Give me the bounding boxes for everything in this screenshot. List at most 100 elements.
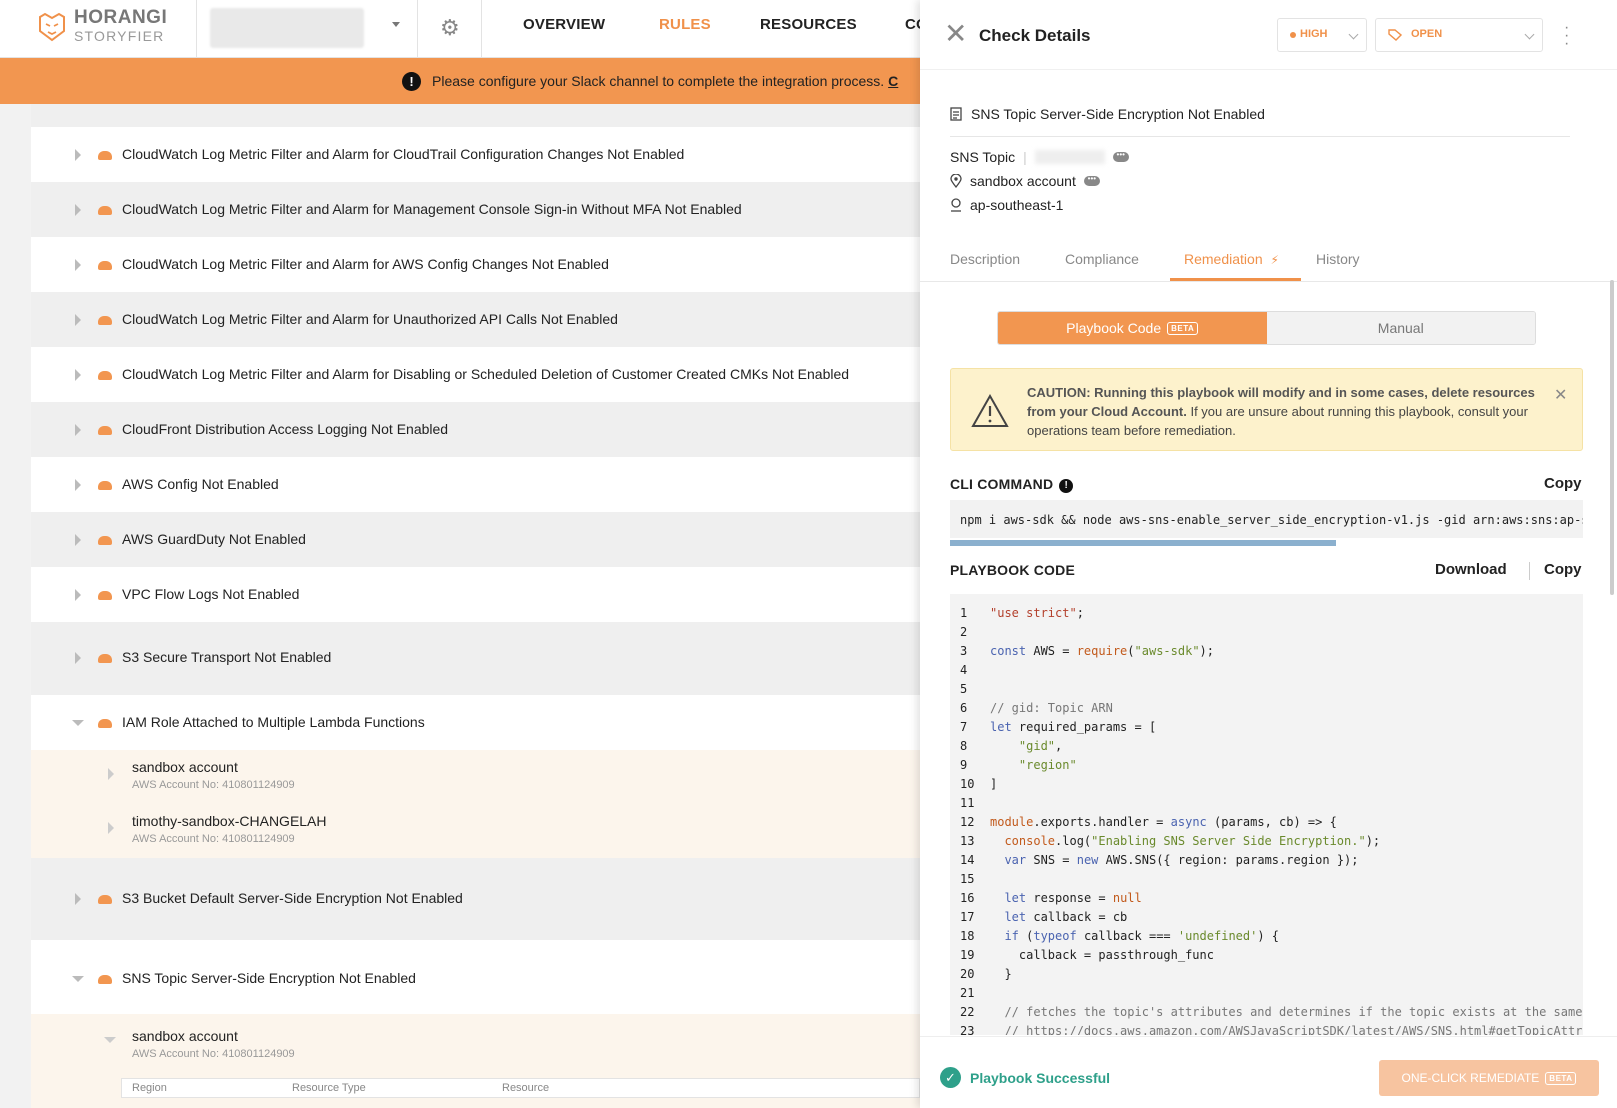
panel-footer: ✓ Playbook Successful ONE-CLICK REMEDIAT… bbox=[920, 1036, 1617, 1108]
chevron-right-icon[interactable] bbox=[108, 768, 114, 780]
tab-history[interactable]: History bbox=[1316, 251, 1360, 267]
copy-cli-button[interactable]: Copy bbox=[1544, 475, 1582, 492]
divider bbox=[196, 0, 197, 58]
horizontal-scrollbar[interactable] bbox=[950, 540, 1336, 546]
code-line: } bbox=[990, 967, 1012, 981]
more-icon[interactable]: ••• bbox=[1112, 151, 1129, 162]
panel-header: ✕ Check Details HIGH OPEN · · · bbox=[920, 0, 1617, 70]
rule-row[interactable]: S3 Secure Transport Not Enabled bbox=[31, 622, 920, 695]
aws-cloud-icon bbox=[98, 426, 112, 435]
tab-compliance[interactable]: Compliance bbox=[1065, 251, 1139, 267]
account-number: AWS Account No: 410801124909 bbox=[132, 779, 295, 791]
chevron-down-icon[interactable] bbox=[72, 976, 84, 982]
chevron-right-icon[interactable] bbox=[75, 259, 81, 271]
manual-toggle[interactable]: Manual bbox=[1266, 312, 1535, 344]
line-number: 20 bbox=[960, 967, 975, 981]
one-click-remediate-button[interactable]: ONE-CLICK REMEDIATE BETA bbox=[1379, 1060, 1599, 1096]
chevron-down-icon bbox=[1524, 29, 1535, 40]
rule-row[interactable]: SNS Topic Server-Side Encryption Not Ena… bbox=[31, 940, 920, 1014]
rule-title: AWS Config Not Enabled bbox=[122, 476, 279, 492]
close-icon[interactable]: ✕ bbox=[1554, 385, 1567, 405]
warning-icon: ! bbox=[402, 71, 421, 91]
divider bbox=[920, 281, 1617, 282]
cli-command-box[interactable]: npm i aws-sdk && node aws-sns-enable_ser… bbox=[950, 500, 1583, 538]
column-header-resource-type[interactable]: Resource Type bbox=[292, 1082, 366, 1094]
cli-command-heading: CLI COMMAND! bbox=[950, 476, 1074, 493]
rule-row[interactable]: CloudFront Distribution Access Logging N… bbox=[31, 402, 920, 457]
chevron-right-icon[interactable] bbox=[75, 369, 81, 381]
column-header-region[interactable]: Region bbox=[132, 1082, 167, 1094]
gear-icon[interactable]: ⚙ bbox=[440, 15, 460, 41]
line-number: 13 bbox=[960, 834, 975, 848]
line-number: 12 bbox=[960, 815, 975, 829]
column-header-resource[interactable]: Resource bbox=[502, 1082, 549, 1094]
code-line: callback = passthrough_func bbox=[990, 948, 1214, 962]
chevron-right-icon[interactable] bbox=[75, 589, 81, 601]
aws-cloud-icon bbox=[98, 895, 112, 904]
divider bbox=[417, 0, 418, 58]
chevron-right-icon[interactable] bbox=[108, 822, 114, 834]
lightning-icon: ⚡ bbox=[1270, 253, 1279, 267]
chevron-down-icon[interactable] bbox=[104, 1037, 116, 1043]
code-line: // fetches the topic's attributes and de… bbox=[990, 1005, 1583, 1019]
copy-code-button[interactable]: Copy bbox=[1544, 561, 1582, 578]
horangi-logo[interactable]: HORANGI STORYFIER bbox=[36, 8, 167, 45]
nav-rules[interactable]: RULES bbox=[659, 16, 711, 33]
line-number: 3 bbox=[960, 644, 968, 658]
chevron-down-icon[interactable] bbox=[392, 22, 400, 27]
account-selector[interactable] bbox=[210, 8, 364, 48]
aws-cloud-icon bbox=[98, 481, 112, 490]
line-number: 15 bbox=[960, 872, 975, 886]
account-name[interactable]: sandbox account bbox=[132, 1028, 238, 1044]
chevron-right-icon[interactable] bbox=[75, 534, 81, 546]
account-name[interactable]: timothy-sandbox-CHANGELAH bbox=[132, 813, 327, 829]
rule-row[interactable]: IAM Role Attached to Multiple Lambda Fun… bbox=[31, 695, 920, 750]
more-icon[interactable]: ••• bbox=[1083, 175, 1100, 186]
rule-row[interactable]: CloudWatch Log Metric Filter and Alarm f… bbox=[31, 347, 920, 402]
rule-title: CloudWatch Log Metric Filter and Alarm f… bbox=[122, 256, 609, 272]
close-icon[interactable]: ✕ bbox=[944, 20, 967, 48]
banner-link[interactable]: C bbox=[888, 73, 898, 89]
rule-row[interactable]: CloudWatch Log Metric Filter and Alarm f… bbox=[31, 127, 920, 182]
chevron-right-icon[interactable] bbox=[75, 204, 81, 216]
chevron-right-icon[interactable] bbox=[75, 314, 81, 326]
info-icon[interactable]: ! bbox=[1059, 478, 1074, 493]
code-line: ] bbox=[990, 777, 998, 791]
chevron-right-icon[interactable] bbox=[75, 893, 81, 905]
rule-row[interactable]: CloudWatch Log Metric Filter and Alarm f… bbox=[31, 292, 920, 347]
caution-text: CAUTION: Running this playbook will modi… bbox=[1027, 383, 1537, 440]
tab-remediation[interactable]: Remediation ⚡ bbox=[1184, 251, 1279, 267]
rule-row[interactable]: CloudWatch Log Metric Filter and Alarm f… bbox=[31, 182, 920, 237]
rule-row[interactable]: S3 Bucket Default Server-Side Encryption… bbox=[31, 858, 920, 940]
download-button[interactable]: Download bbox=[1435, 561, 1507, 578]
account-name[interactable]: sandbox account bbox=[132, 759, 238, 775]
chevron-right-icon[interactable] bbox=[75, 479, 81, 491]
playbook-status-text: Playbook Successful bbox=[970, 1069, 1111, 1086]
rule-title: S3 Bucket Default Server-Side Encryption… bbox=[122, 890, 463, 906]
scrollbar[interactable] bbox=[1610, 280, 1614, 595]
active-tab-indicator bbox=[1170, 278, 1301, 281]
slack-banner: ! Please configure your Slack channel to… bbox=[0, 58, 920, 104]
resource-type-row: SNS Topic | ••• bbox=[950, 149, 1129, 165]
nav-overview[interactable]: OVERVIEW bbox=[523, 16, 605, 33]
more-options-icon[interactable]: · · · bbox=[1564, 20, 1569, 52]
rule-row[interactable]: AWS Config Not Enabled bbox=[31, 457, 920, 512]
region-icon bbox=[951, 198, 961, 212]
chevron-down-icon[interactable] bbox=[72, 720, 84, 726]
rule-row[interactable]: AWS GuardDuty Not Enabled bbox=[31, 512, 920, 567]
aws-cloud-icon bbox=[98, 654, 112, 663]
code-block[interactable]: 1 "use strict"; 2 3 const AWS = require(… bbox=[950, 594, 1583, 1035]
line-number: 16 bbox=[960, 891, 975, 905]
tab-description[interactable]: Description bbox=[950, 251, 1020, 267]
chevron-right-icon[interactable] bbox=[75, 149, 81, 161]
rule-row[interactable]: CloudWatch Log Metric Filter and Alarm f… bbox=[31, 237, 920, 292]
severity-dropdown[interactable]: HIGH bbox=[1277, 18, 1367, 52]
chevron-right-icon[interactable] bbox=[75, 424, 81, 436]
playbook-code-toggle[interactable]: Playbook Code BETA bbox=[998, 312, 1267, 344]
chevron-right-icon[interactable] bbox=[75, 652, 81, 664]
nav-resources[interactable]: RESOURCES bbox=[760, 16, 857, 33]
status-dropdown[interactable]: OPEN bbox=[1375, 18, 1543, 52]
caution-alert: CAUTION: Running this playbook will modi… bbox=[950, 368, 1583, 451]
rule-row[interactable]: VPC Flow Logs Not Enabled bbox=[31, 567, 920, 622]
line-number: 19 bbox=[960, 948, 975, 962]
